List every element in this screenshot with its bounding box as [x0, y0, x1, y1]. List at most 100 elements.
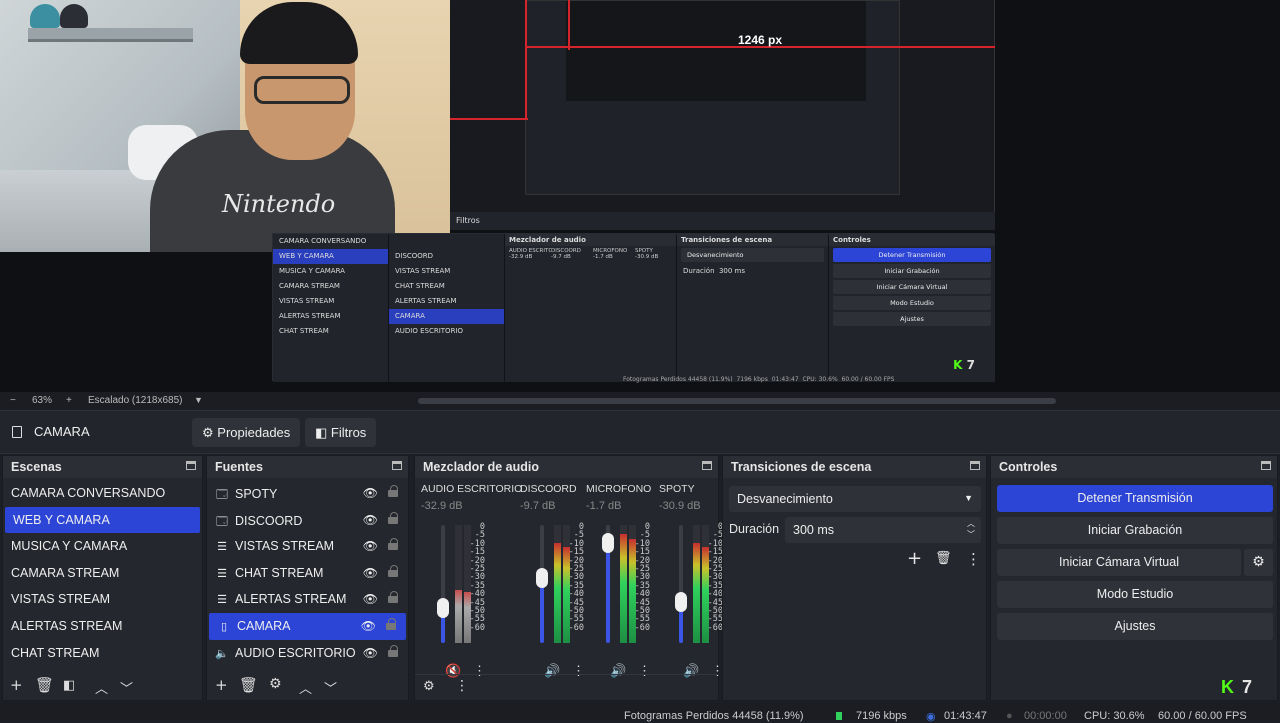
properties-button[interactable]: ⚙ Propiedades — [192, 418, 301, 447]
stream-time: 01:43:47 — [944, 710, 987, 722]
undock-icon[interactable] — [702, 461, 712, 470]
visibility-eye-icon[interactable]: 👁 — [363, 513, 378, 527]
source-item[interactable]: 🗔 DISCOORD 👁 — [207, 507, 408, 534]
transitions-dock: Transiciones de escena Desvanecimiento ▼… — [722, 455, 987, 701]
scene-filters-button[interactable]: ◧ — [63, 678, 75, 693]
stop-stream-button[interactable]: Detener Transmisión — [997, 485, 1273, 512]
fader-knob[interactable] — [602, 532, 614, 553]
start-recording-button[interactable]: Iniciar Grabación — [997, 517, 1273, 544]
source-properties-button[interactable]: ⚙ — [269, 676, 282, 692]
scene-item[interactable]: CAMARA STREAM — [3, 560, 202, 587]
lock-icon[interactable] — [388, 511, 398, 524]
undock-icon[interactable] — [1261, 461, 1271, 470]
lock-icon[interactable] — [388, 564, 398, 577]
scaling-dropdown-icon[interactable]: ▼ — [194, 395, 203, 405]
source-item[interactable]: ☰ VISTAS STREAM 👁 — [207, 533, 408, 560]
zoom-out-button[interactable]: − — [10, 395, 16, 406]
duration-spinbox[interactable]: 300 ms ︿ ﹀ — [785, 517, 981, 543]
source-item[interactable]: ☰ ALERTAS STREAM 👁 — [207, 586, 408, 613]
lock-icon[interactable] — [388, 644, 398, 657]
sources-title: Fuentes — [215, 460, 263, 474]
level-meter — [554, 525, 561, 643]
browser-source-icon: ☰ — [217, 567, 227, 580]
source-item[interactable]: 🔈 AUDIO ESCRITORIO 👁 — [207, 640, 408, 667]
transition-menu-icon[interactable]: ⋮ — [966, 550, 981, 568]
mini-scene-item: VISTAS STREAM — [279, 297, 335, 305]
fader-knob[interactable] — [437, 597, 449, 618]
visibility-eye-icon[interactable]: 👁 — [363, 566, 378, 580]
mini-scene-item: CAMARA STREAM — [279, 282, 340, 290]
fader-knob[interactable] — [675, 591, 687, 612]
scene-item[interactable]: CAMARA CONVERSANDO — [3, 480, 202, 507]
virtual-camera-settings-icon[interactable]: ⚙ — [1244, 549, 1273, 576]
visibility-eye-icon[interactable]: 👁 — [363, 539, 378, 553]
add-transition-button[interactable]: + — [907, 548, 922, 569]
mini-control-button: Modo Estudio — [833, 296, 991, 310]
remove-source-button[interactable]: 🗑 — [239, 676, 258, 694]
move-up-button[interactable]: ︿ — [95, 678, 108, 697]
db-scale: 0 -5 -10 -15 -20 -25 -30 -35 -40 -45 -50 -55 -60 — [707, 522, 723, 633]
source-item[interactable]: ☰ CHAT STREAM 👁 — [207, 560, 408, 587]
visibility-eye-icon[interactable]: 👁 — [363, 592, 378, 606]
fader-knob[interactable] — [536, 568, 548, 589]
mini-scene-item: MUSICA Y CAMARA — [279, 267, 345, 275]
mini-source-item: VISTAS STREAM — [395, 267, 451, 275]
add-source-button[interactable]: + — [215, 676, 228, 694]
move-down-button[interactable]: ﹀ — [324, 678, 337, 697]
browser-source-icon: ☰ — [217, 594, 227, 607]
volume-fader[interactable] — [675, 525, 687, 643]
image-source-icon: ▯ — [220, 620, 228, 633]
lock-icon[interactable] — [388, 485, 398, 497]
undock-icon[interactable] — [186, 461, 196, 470]
scene-item[interactable]: WEB Y CAMARA — [5, 506, 200, 534]
undock-icon[interactable] — [970, 461, 980, 470]
visibility-eye-icon[interactable]: 👁 — [361, 619, 376, 633]
settings-button[interactable]: Ajustes — [997, 613, 1273, 640]
kick-logo-icon: K — [1220, 677, 1234, 697]
nested-filters-tab: Filtros — [450, 212, 995, 230]
webcam-feed: Nintendo — [0, 0, 450, 252]
move-up-button[interactable]: ︿ — [299, 678, 312, 697]
lock-icon[interactable] — [388, 538, 398, 551]
scene-item[interactable]: MUSICA Y CAMARA — [3, 533, 202, 560]
zoom-in-button[interactable]: + — [66, 395, 72, 406]
filters-button[interactable]: ◧ Filtros — [305, 418, 377, 447]
network-bars-icon — [836, 712, 842, 720]
level-meter — [455, 525, 462, 643]
volume-fader[interactable] — [536, 525, 548, 643]
advanced-audio-icon[interactable]: ⚙ — [423, 679, 435, 694]
visibility-eye-icon[interactable]: 👁 — [363, 486, 378, 500]
source-label: AUDIO ESCRITORIO — [235, 645, 356, 660]
lock-icon[interactable] — [386, 617, 396, 630]
preview-canvas[interactable]: Nintendo 1246 px Filtros CAMARA CONVERSA… — [0, 0, 1280, 392]
remove-transition-button[interactable]: 🗑 — [935, 551, 952, 566]
volume-fader[interactable] — [602, 525, 614, 643]
start-virtual-camera-button[interactable]: Iniciar Cámara Virtual — [997, 549, 1241, 576]
source-item[interactable]: ▯ CAMARA 👁 — [209, 612, 406, 640]
mini-source-item: DISCOORD — [395, 252, 434, 260]
add-scene-button[interactable]: + — [10, 676, 23, 694]
volume-fader[interactable] — [437, 525, 449, 643]
scene-item[interactable]: CHAT STREAM — [3, 640, 202, 667]
mixer-menu-icon[interactable]: ⋮ — [455, 678, 469, 694]
visibility-eye-icon[interactable]: 👁 — [363, 646, 378, 660]
level-meter — [693, 525, 700, 643]
image-source-icon — [12, 426, 22, 438]
scene-item[interactable]: VISTAS STREAM — [3, 586, 202, 613]
remove-scene-button[interactable]: 🗑 — [35, 676, 54, 694]
lock-icon[interactable] — [388, 591, 398, 604]
mini-scene-item: WEB Y CAMARA — [273, 249, 388, 264]
preview-horizontal-scrollbar[interactable] — [418, 398, 1056, 404]
scene-item[interactable]: ALERTAS STREAM — [3, 613, 202, 640]
mini-channel: AUDIO ESCRITORIO-32.9 dB — [509, 248, 551, 260]
source-item[interactable]: 🗔 SPOTY 👁 — [207, 480, 408, 507]
gear-icon: ⚙ — [202, 425, 214, 440]
move-down-button[interactable]: ﹀ — [120, 678, 133, 697]
spinbox-arrows-icon[interactable]: ︿ ﹀ — [967, 518, 975, 540]
source-label: DISCOORD — [235, 513, 303, 528]
mini-source-item: CAMARA — [389, 309, 504, 324]
scenes-title: Escenas — [11, 460, 62, 474]
studio-mode-button[interactable]: Modo Estudio — [997, 581, 1273, 608]
undock-icon[interactable] — [392, 461, 402, 470]
transition-select[interactable]: Desvanecimiento ▼ — [729, 486, 981, 512]
